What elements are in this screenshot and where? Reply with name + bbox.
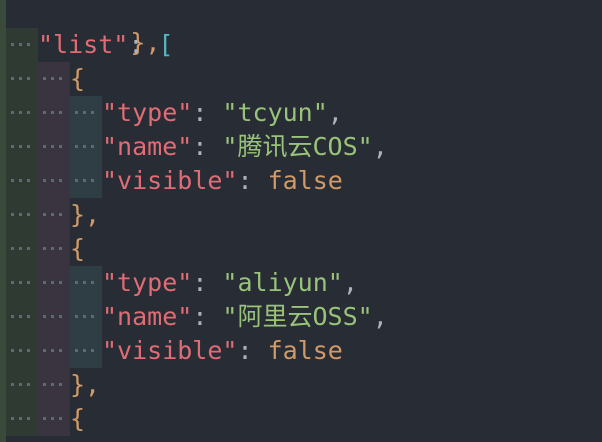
indent-guide (70, 164, 102, 198)
indent-guide (6, 28, 38, 62)
colon: : (128, 30, 159, 59)
json-key: "list" (38, 30, 129, 59)
json-key: "type" (102, 268, 193, 297)
code-text: { (70, 402, 85, 436)
json-string-value: "阿里云OSS" (222, 302, 373, 331)
open-brace: { (70, 404, 86, 433)
indent-guide (70, 300, 102, 334)
open-brace: { (70, 64, 86, 93)
code-text: "name": "阿里云OSS", (102, 300, 388, 334)
closing-brace: }, (130, 28, 161, 57)
code-text: { (70, 62, 85, 96)
code-line[interactable]: { (0, 62, 602, 96)
json-boolean-value: false (267, 336, 343, 365)
indent-guide (38, 62, 70, 96)
indent-guide (38, 96, 70, 130)
comma: , (372, 302, 388, 331)
indent-guide (6, 402, 38, 436)
indent-guide (38, 300, 70, 334)
indent-guide (6, 300, 38, 334)
indent-guide (38, 232, 70, 266)
json-key: "name" (102, 302, 193, 331)
code-line[interactable]: }, (0, 368, 602, 402)
code-text: }, (70, 368, 100, 402)
code-line[interactable]: "visible": false (0, 334, 602, 368)
colon: : (192, 302, 223, 331)
indent-guide (6, 232, 38, 266)
indent-guide (38, 334, 70, 368)
json-boolean-value: false (267, 166, 343, 195)
colon: : (237, 336, 268, 365)
code-line[interactable]: "list": [ (0, 28, 602, 62)
indent-guide (6, 130, 38, 164)
colon: : (237, 166, 268, 195)
colon: : (192, 132, 223, 161)
close-brace: }, (70, 370, 101, 399)
json-string-value: "tcyun" (222, 98, 328, 127)
code-text: "name": "腾讯云COS", (102, 130, 388, 164)
code-text: { (70, 232, 85, 266)
indent-guide (6, 334, 38, 368)
indent-guide (6, 96, 38, 130)
code-text: "type": "tcyun", (102, 96, 343, 130)
code-text: "type": "aliyun", (102, 266, 358, 300)
indent-guide (6, 198, 38, 232)
comma: , (372, 132, 388, 161)
colon: : (192, 98, 223, 127)
comma: , (342, 268, 358, 297)
code-line[interactable]: "name": "腾讯云COS", (0, 130, 602, 164)
code-editor[interactable]: }, "list": [ { "type": "tcyun", "name": … (0, 0, 602, 442)
json-string-value: "腾讯云COS" (222, 132, 373, 161)
json-key: "type" (102, 98, 193, 127)
indent-guide (70, 334, 102, 368)
code-line[interactable]: { (0, 402, 602, 436)
code-line[interactable]: "visible": false (0, 164, 602, 198)
indent-guide (38, 266, 70, 300)
indent-guide (38, 368, 70, 402)
indent-guide (38, 402, 70, 436)
indent-guide (70, 130, 102, 164)
indent-guide (70, 96, 102, 130)
comma: , (327, 98, 343, 127)
json-string-value: "aliyun" (222, 268, 343, 297)
indent-guide (38, 130, 70, 164)
json-key: "visible" (102, 336, 238, 365)
code-line[interactable]: }, (0, 198, 602, 232)
indent-guide (70, 266, 102, 300)
code-line[interactable]: "name": "阿里云OSS", (0, 300, 602, 334)
close-brace: }, (70, 200, 101, 229)
indent-guide (6, 266, 38, 300)
indent-guide (38, 164, 70, 198)
code-text: }, (70, 198, 100, 232)
indent-guide (6, 164, 38, 198)
indent-guide (38, 198, 70, 232)
code-line[interactable]: "type": "tcyun", (0, 96, 602, 130)
json-key: "visible" (102, 166, 238, 195)
code-text: "visible": false (102, 164, 343, 198)
colon: : (192, 268, 223, 297)
open-brace: { (70, 234, 86, 263)
code-line[interactable]: "type": "aliyun", (0, 266, 602, 300)
open-bracket: [ (158, 30, 174, 59)
code-line[interactable]: { (0, 232, 602, 266)
code-text: "list": [ (38, 28, 173, 62)
code-line[interactable]: }, (0, 0, 602, 57)
indent-guide (6, 62, 38, 96)
code-text: "visible": false (102, 334, 343, 368)
indent-guide (6, 368, 38, 402)
json-key: "name" (102, 132, 193, 161)
